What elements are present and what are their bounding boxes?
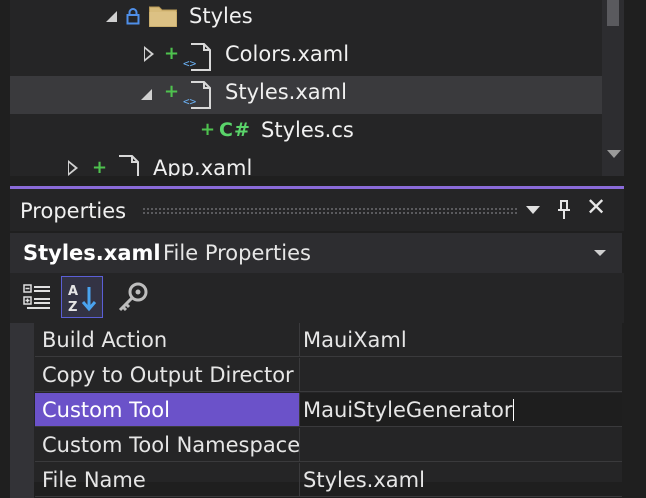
property-row-copy-to-output[interactable]: Copy to Output Director [10, 358, 622, 393]
tree-item-label: Styles.xaml [225, 80, 347, 104]
tree-item-label: App.xaml [153, 156, 253, 176]
property-row-custom-tool-namespace[interactable]: Custom Tool Namespace [10, 428, 622, 463]
expand-arrow-icon[interactable] [106, 11, 117, 22]
property-value-input[interactable]: MauiStyleGenerator [300, 393, 622, 427]
property-row-custom-tool[interactable]: Custom Tool MauiStyleGenerator [10, 393, 622, 428]
tree-item-label: Colors.xaml [225, 42, 350, 66]
tree-item-styles-cs[interactable]: + C# Styles.cs [10, 114, 602, 152]
properties-header: Properties ✕ [10, 189, 624, 231]
folder-icon [148, 4, 178, 32]
added-plus-icon: + [92, 157, 108, 176]
collapse-arrow-icon[interactable] [68, 160, 78, 176]
scroll-down-arrow-icon[interactable] [607, 150, 621, 158]
tree-item-styles-folder[interactable]: Styles [10, 0, 602, 38]
property-row-file-name[interactable]: File Name Styles.xaml [10, 463, 622, 498]
property-row-build-action[interactable]: Build Action MauiXaml [10, 323, 622, 358]
svg-text:Z: Z [68, 300, 77, 314]
alphabetical-sort-icon: A Z [67, 282, 99, 318]
svg-text:A: A [68, 284, 78, 299]
property-value[interactable] [300, 428, 622, 462]
row-gutter [10, 428, 34, 463]
tree-item-styles-xaml[interactable]: + <> Styles.xaml [10, 76, 602, 114]
property-name[interactable]: Copy to Output Director [35, 358, 300, 392]
pin-icon[interactable] [556, 199, 572, 225]
property-value[interactable]: MauiXaml [300, 323, 622, 357]
property-name[interactable]: Custom Tool Namespace [35, 428, 300, 462]
alphabetical-sort-button[interactable]: A Z [61, 276, 103, 318]
properties-toolbar: A Z [10, 273, 624, 323]
property-pages-icon[interactable] [116, 281, 150, 319]
tree-item-label: Styles [189, 4, 253, 28]
svg-text:<>: <> [183, 95, 197, 108]
chevron-down-icon[interactable] [594, 250, 606, 256]
scrollbar-thumb[interactable] [607, 0, 619, 26]
added-plus-icon: + [164, 81, 180, 102]
row-gutter [10, 463, 34, 498]
tree-item-app-xaml[interactable]: + App.xaml [10, 152, 602, 176]
row-gutter [10, 358, 34, 393]
tree-item-label: Styles.cs [261, 118, 354, 142]
property-name[interactable]: File Name [35, 463, 300, 497]
row-gutter [10, 393, 34, 428]
svg-text:<>: <> [183, 57, 197, 70]
xaml-file-icon: <> [182, 80, 212, 114]
text-caret [512, 399, 514, 421]
solution-explorer-tree: Styles + <> Colors.xaml + <> Styles.xaml [10, 0, 624, 176]
object-name: Styles.xaml [23, 241, 161, 265]
xaml-file-icon: <> [182, 42, 212, 76]
tree-item-colors-xaml[interactable]: + <> Colors.xaml [10, 38, 602, 76]
expand-arrow-icon[interactable] [141, 89, 152, 100]
categorized-view-icon[interactable] [23, 284, 51, 316]
property-name[interactable]: Build Action [35, 323, 300, 357]
property-grid: Build Action MauiXaml Copy to Output Dir… [10, 323, 622, 498]
lock-icon [126, 7, 140, 29]
panel-title: Properties [20, 199, 127, 223]
input-text: MauiStyleGenerator [303, 398, 513, 422]
property-value[interactable]: Styles.xaml [300, 463, 622, 497]
added-plus-icon: + [200, 119, 216, 140]
xaml-file-icon [110, 154, 140, 176]
window-options-dropdown-icon[interactable] [526, 206, 540, 214]
tree-scrollbar[interactable] [602, 0, 624, 176]
object-selector[interactable]: Styles.xaml File Properties [10, 233, 622, 273]
property-value[interactable] [300, 358, 622, 392]
property-name[interactable]: Custom Tool [35, 393, 300, 427]
collapse-arrow-icon[interactable] [144, 46, 154, 62]
close-icon[interactable]: ✕ [586, 193, 606, 221]
drag-grip[interactable] [142, 207, 518, 214]
csharp-file-icon: C# [219, 119, 251, 141]
row-gutter [10, 323, 34, 358]
added-plus-icon: + [164, 43, 180, 64]
object-type: File Properties [163, 241, 311, 265]
